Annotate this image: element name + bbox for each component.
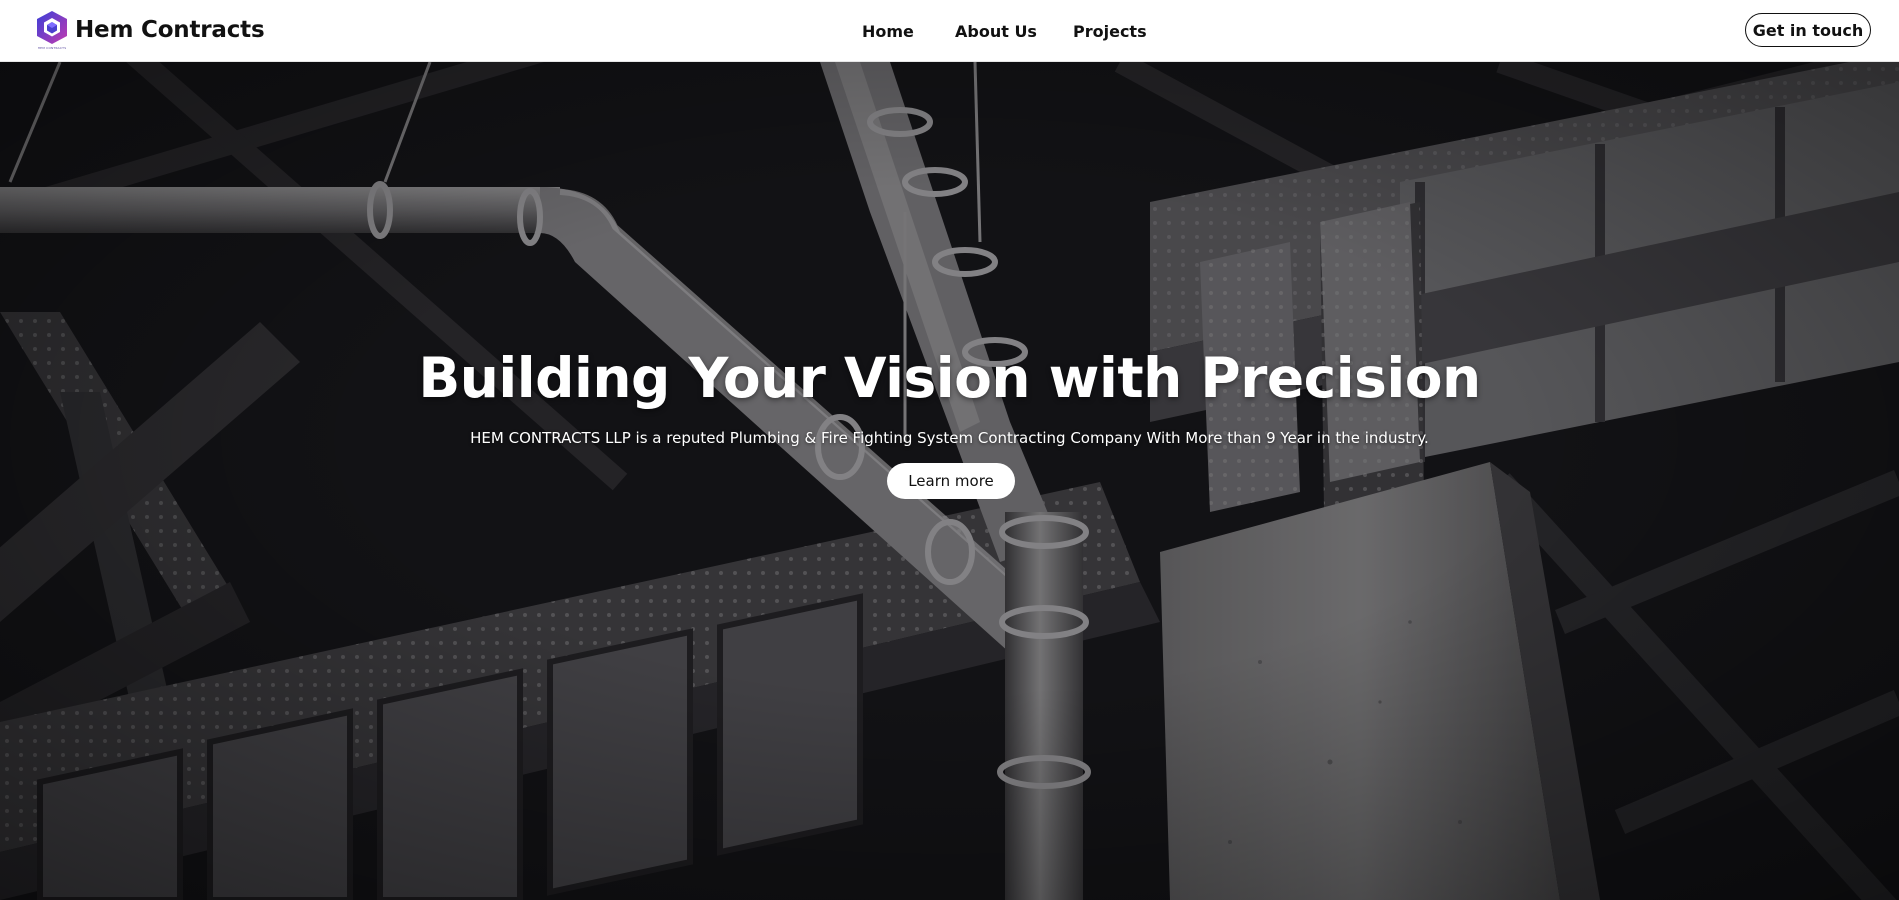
brand-name[interactable]: Hem Contracts [75, 17, 265, 43]
main-nav-projects: Projects [1073, 0, 1147, 62]
main-nav: Home [862, 0, 914, 62]
get-in-touch-button[interactable]: Get in touch [1745, 13, 1871, 47]
hero-subtitle: HEM CONTRACTS LLP is a reputed Plumbing … [470, 429, 1429, 447]
main-nav-about: About Us [955, 0, 1037, 62]
logo-tagline: HEM CONTRACTS [37, 46, 67, 50]
hexagon-cube-logo-icon: HEM CONTRACTS [32, 9, 72, 51]
logo[interactable]: HEM CONTRACTS Hem Contracts [32, 9, 265, 51]
site-header: HEM CONTRACTS Hem Contracts Home About U… [0, 0, 1899, 62]
nav-about-us[interactable]: About Us [955, 22, 1037, 41]
hero-title: Building Your Vision with Precision [418, 346, 1481, 410]
hero-section: Building Your Vision with Precision HEM … [0, 62, 1899, 900]
nav-projects[interactable]: Projects [1073, 22, 1147, 41]
learn-more-button[interactable]: Learn more [887, 463, 1015, 499]
nav-home[interactable]: Home [862, 22, 914, 41]
